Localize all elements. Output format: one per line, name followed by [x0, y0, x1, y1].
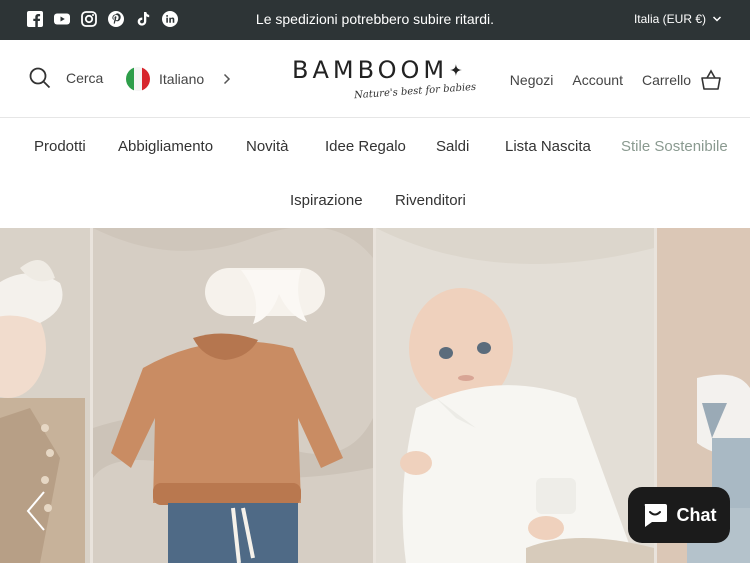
nav-item-ispirazione[interactable]: Ispirazione: [290, 192, 363, 209]
nav-item-rivenditori[interactable]: Rivenditori: [395, 192, 466, 209]
search-icon: [29, 67, 51, 89]
chat-bubble-icon: [644, 504, 667, 527]
chat-button[interactable]: Chat: [628, 487, 730, 543]
chevron-right-icon: [224, 73, 231, 85]
stores-link[interactable]: Negozi: [510, 72, 554, 88]
header-links: Negozi Account Carrello: [510, 69, 722, 91]
chat-label: Chat: [676, 504, 717, 525]
carousel-prev-icon[interactable]: [24, 490, 48, 532]
basket-icon[interactable]: [700, 69, 722, 91]
nav-item-saldi[interactable]: Saldi: [436, 138, 469, 155]
nav-item-abbigliamento[interactable]: Abbigliamento: [118, 138, 213, 155]
chevron-down-icon: [712, 16, 722, 22]
site-logo[interactable]: BAMBOOM Nature's best for babies: [292, 56, 477, 102]
nav-item-prodotti[interactable]: Prodotti: [34, 138, 86, 155]
logo-tagline: Nature's best for babies: [353, 81, 477, 102]
language-label: Italiano: [159, 71, 205, 87]
nav-item-lista-nascita[interactable]: Lista Nascita: [505, 138, 591, 155]
main-navigation: Prodotti Abbigliamento Novità Idee Regal…: [0, 118, 750, 228]
search-button[interactable]: Cerca: [29, 67, 103, 89]
hero-image-outfit-flatlay: [93, 228, 373, 563]
search-label: Cerca: [66, 70, 104, 86]
currency-label: Italia (EUR €): [633, 12, 706, 26]
nav-item-stile-sostenibile[interactable]: Stile Sostenibile: [621, 138, 728, 155]
account-link[interactable]: Account: [572, 72, 623, 88]
nav-item-idee-regalo[interactable]: Idee Regalo: [325, 138, 406, 155]
hero-image-baby-white-shirt: [376, 228, 654, 563]
site-header: Cerca Italiano BAMBOOM Nature's best for…: [0, 40, 750, 118]
currency-selector[interactable]: Italia (EUR €): [634, 12, 722, 26]
announcement-bar: Le spedizioni potrebbero subire ritardi.…: [0, 0, 750, 40]
logo-wordmark: BAMBOOM: [292, 56, 449, 84]
nav-item-novita[interactable]: Novità: [246, 138, 289, 155]
language-selector[interactable]: Italiano: [126, 67, 232, 91]
cart-link[interactable]: Carrello: [642, 72, 691, 88]
logo-star-icon: [450, 64, 462, 76]
italy-flag-icon: [126, 67, 150, 91]
